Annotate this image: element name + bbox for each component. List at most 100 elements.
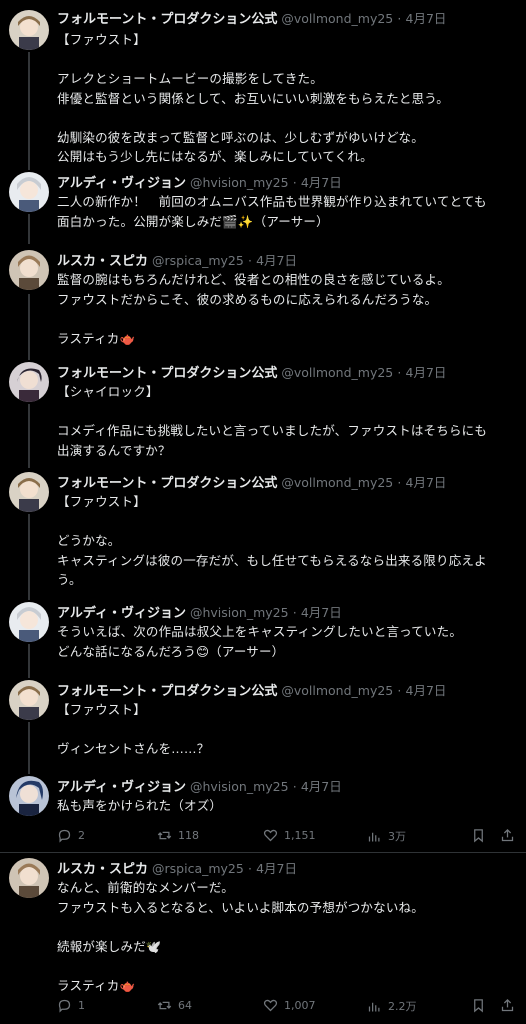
tweet-header: アルディ・ヴィジョン @hvision_my25 · 4月7日 (57, 602, 342, 624)
reply-button[interactable]: 2 (57, 828, 85, 843)
thread-line (28, 294, 30, 360)
like-icon (263, 829, 278, 842)
like-button[interactable]: 1,007 (263, 998, 316, 1013)
handle[interactable]: @rspica_my25 (152, 253, 244, 268)
views-icon (368, 832, 380, 841)
thread-line (28, 644, 30, 678)
bookmark-button[interactable] (471, 998, 486, 1013)
display-name[interactable]: アルディ・ヴィジョン (57, 780, 186, 795)
tweet-text: 【ファウスト】 アレクとショートムービーの撮影をしてきた。 俳優と監督という関係… (57, 32, 449, 164)
share-button[interactable] (500, 828, 515, 843)
bookmark-button[interactable] (471, 828, 486, 843)
share-button[interactable] (500, 998, 515, 1013)
avatar[interactable] (9, 776, 49, 816)
tweet-text: なんと、前衛的なメンバーだ。 ファウストも入るとなると、いよいよ脚本の予想がつか… (57, 880, 424, 993)
avatar[interactable] (9, 858, 49, 898)
like-count: 1,007 (284, 999, 316, 1012)
tweet-text: そういえば、次の作品は叔父上をキャスティングしたいと言っていた。 どんな話になる… (57, 624, 463, 659)
repost-count: 118 (178, 829, 199, 842)
handle[interactable]: @vollmond_my25 (281, 365, 393, 380)
handle[interactable]: @rspica_my25 (152, 861, 244, 876)
reply-button[interactable]: 1 (57, 998, 85, 1013)
repost-icon (157, 1001, 172, 1010)
views-count: 2.2万 (388, 1000, 417, 1013)
date-separator: · (292, 779, 297, 794)
tweet-header: アルディ・ヴィジョン @hvision_my25 · 4月7日 (57, 172, 342, 194)
tweet-header: フォルモーント・プロダクション公式 @vollmond_my25 · 4月7日 (57, 472, 446, 494)
tweet-text: 【シャイロック】 コメディ作品にも挑戦したいと言っていましたが、ファウストはそち… (57, 384, 488, 458)
timestamp[interactable]: 4月7日 (256, 253, 297, 268)
display-name[interactable]: アルディ・ヴィジョン (57, 606, 186, 621)
display-name[interactable]: ルスカ・スピカ (57, 862, 148, 877)
tweet-header: フォルモーント・プロダクション公式 @vollmond_my25 · 4月7日 (57, 680, 446, 702)
date-separator: · (397, 683, 402, 698)
timestamp[interactable]: 4月7日 (301, 779, 342, 794)
display-name[interactable]: ルスカ・スピカ (57, 254, 148, 269)
avatar[interactable] (9, 472, 49, 512)
reply-count: 2 (78, 829, 85, 842)
avatar[interactable] (9, 172, 49, 212)
timestamp[interactable]: 4月7日 (406, 365, 447, 380)
date-separator: · (397, 365, 402, 380)
like-button[interactable]: 1,151 (263, 828, 316, 843)
timestamp[interactable]: 4月7日 (301, 605, 342, 620)
views-button[interactable]: 2.2万 (367, 998, 417, 1014)
handle[interactable]: @vollmond_my25 (281, 11, 393, 26)
handle[interactable]: @hvision_my25 (190, 779, 289, 794)
thread-line (28, 214, 30, 244)
tweet-actions: 2 118 1,151 3万 (57, 828, 517, 846)
handle[interactable]: @hvision_my25 (190, 175, 289, 190)
date-separator: · (397, 11, 402, 26)
repost-icon (157, 831, 172, 840)
tweet-actions: 1 64 1,007 2.2万 (57, 998, 517, 1016)
handle[interactable]: @vollmond_my25 (281, 683, 393, 698)
handle[interactable]: @hvision_my25 (190, 605, 289, 620)
handle[interactable]: @vollmond_my25 (281, 475, 393, 490)
avatar[interactable] (9, 10, 49, 50)
tweet-text: 【ファウスト】 どうかな。 キャスティングは彼の一存だが、もし任せてもらえるなら… (57, 494, 487, 587)
tweet-text: 監督の腕はもちろんだけれど、役者との相性の良さを感じているよ。 ファウストだから… (57, 272, 450, 346)
timestamp[interactable]: 4月7日 (406, 11, 447, 26)
tweet-header: フォルモーント・プロダクション公式 @vollmond_my25 · 4月7日 (57, 8, 446, 30)
display-name[interactable]: フォルモーント・プロダクション公式 (57, 476, 277, 491)
date-separator: · (247, 861, 252, 876)
repost-button[interactable]: 64 (157, 998, 192, 1013)
reply-count: 1 (78, 999, 85, 1012)
date-separator: · (247, 253, 252, 268)
reply-icon (58, 999, 71, 1013)
share-icon (501, 998, 514, 1012)
reply-icon (58, 829, 71, 843)
timestamp[interactable]: 4月7日 (256, 861, 297, 876)
tweet-header: ルスカ・スピカ @rspica_my25 · 4月7日 (57, 250, 297, 272)
like-count: 1,151 (284, 829, 316, 842)
divider (0, 852, 526, 853)
tweet-text: 私も声をかけられた（オズ） (57, 798, 223, 813)
display-name[interactable]: アルディ・ヴィジョン (57, 176, 186, 191)
date-separator: · (397, 475, 402, 490)
display-name[interactable]: フォルモーント・プロダクション公式 (57, 366, 277, 381)
timestamp[interactable]: 4月7日 (301, 175, 342, 190)
display-name[interactable]: フォルモーント・プロダクション公式 (57, 684, 277, 699)
timestamp[interactable]: 4月7日 (406, 683, 447, 698)
thread-line (28, 404, 30, 468)
avatar[interactable] (9, 680, 49, 720)
repost-button[interactable]: 118 (157, 828, 199, 843)
thread-line (28, 722, 30, 774)
views-count: 3万 (388, 830, 406, 843)
avatar[interactable] (9, 250, 49, 290)
views-icon (368, 1002, 380, 1011)
thread-line (28, 52, 30, 170)
timestamp[interactable]: 4月7日 (406, 475, 447, 490)
display-name[interactable]: フォルモーント・プロダクション公式 (57, 12, 277, 27)
date-separator: · (292, 605, 297, 620)
share-icon (501, 828, 514, 842)
tweet-header: ルスカ・スピカ @rspica_my25 · 4月7日 (57, 858, 297, 880)
avatar[interactable] (9, 602, 49, 642)
bookmark-icon (474, 829, 483, 843)
avatar[interactable] (9, 362, 49, 402)
tweet-text: 二人の新作か！ 前回のオムニバス作品も世界観が作り込まれていてとても 面白かった… (57, 194, 487, 229)
tweet-text: 【ファウスト】 ヴィンセントさんを……？ (57, 702, 210, 756)
tweet-header: アルディ・ヴィジョン @hvision_my25 · 4月7日 (57, 776, 342, 798)
views-button[interactable]: 3万 (367, 828, 406, 844)
date-separator: · (292, 175, 297, 190)
